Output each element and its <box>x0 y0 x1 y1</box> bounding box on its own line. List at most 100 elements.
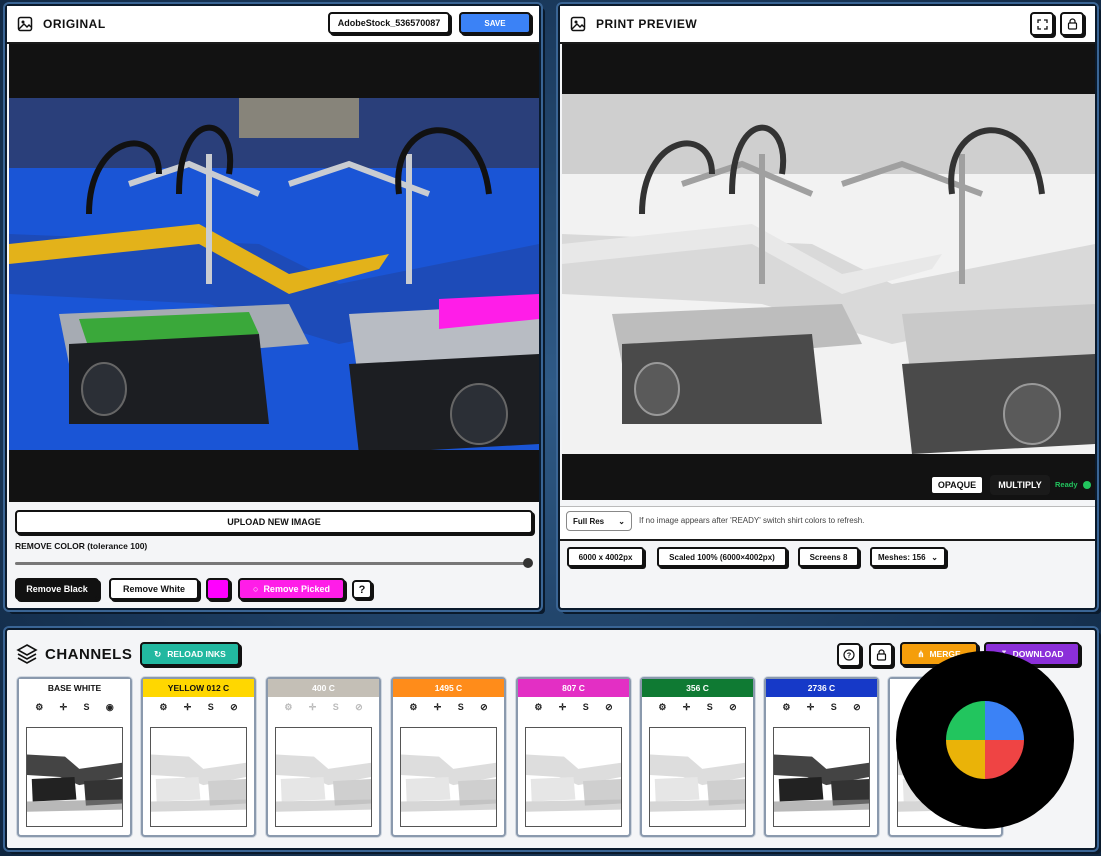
remove-picked-button[interactable]: ○ Remove Picked <box>238 578 345 600</box>
move-icon[interactable]: ✛ <box>60 702 68 713</box>
original-image <box>9 44 539 502</box>
lock-button[interactable] <box>1060 12 1084 36</box>
channel-thumbnail-art <box>774 728 869 826</box>
eye-icon[interactable]: ◉ <box>106 702 114 713</box>
original-image-art <box>9 44 539 502</box>
preview-header: PRINT PREVIEW <box>560 6 1095 44</box>
channel-controls: ⚙ ✛ S ⊘ <box>766 697 877 717</box>
remove-white-button[interactable]: Remove White <box>109 578 199 600</box>
image-icon <box>570 16 586 32</box>
original-title: ORIGINAL <box>43 17 106 31</box>
channel-thumbnail <box>400 727 497 827</box>
channel-thumbnail <box>150 727 247 827</box>
channel-controls: ⚙ ✛ S ⊘ <box>518 697 629 717</box>
eye-off-icon[interactable]: ⊘ <box>480 702 488 713</box>
channel-controls: ⚙ ✛ S ⊘ <box>143 697 254 717</box>
solo-icon[interactable]: S <box>208 702 214 712</box>
eye-off-icon[interactable]: ⊘ <box>853 702 861 713</box>
ready-status: Ready <box>1055 480 1091 489</box>
multiply-button[interactable]: MULTIPLY <box>990 475 1050 495</box>
solo-icon[interactable]: S <box>84 702 90 712</box>
layers-icon <box>16 644 38 664</box>
upload-new-image-button[interactable]: UPLOAD NEW IMAGE <box>15 510 533 534</box>
move-icon[interactable]: ✛ <box>434 702 442 713</box>
color-picker-icon: ○ <box>253 584 259 594</box>
resolution-select-value: Full Res <box>573 516 605 526</box>
channel-header: BASE WHITE <box>19 679 130 697</box>
expand-button[interactable] <box>1030 12 1054 36</box>
move-icon[interactable]: ✛ <box>807 702 815 713</box>
meshes-select[interactable]: Meshes: 156 ⌄ <box>870 547 946 567</box>
eye-off-icon[interactable]: ⊘ <box>230 702 238 713</box>
solo-icon[interactable]: S <box>458 702 464 712</box>
move-icon[interactable]: ✛ <box>309 702 317 713</box>
reload-inks-button[interactable]: ↻ RELOAD INKS <box>140 642 240 666</box>
preview-title: PRINT PREVIEW <box>596 17 698 31</box>
settings-icon[interactable]: ⚙ <box>534 702 542 713</box>
channel-thumbnail <box>525 727 622 827</box>
eye-off-icon[interactable]: ⊘ <box>605 702 613 713</box>
channel-card[interactable]: 356 C ⚙ ✛ S ⊘ <box>640 677 755 837</box>
eye-off-icon[interactable]: ⊘ <box>729 702 737 713</box>
channel-thumbnail-art <box>650 728 745 826</box>
settings-icon[interactable]: ⚙ <box>658 702 666 713</box>
channels-lock-button[interactable] <box>869 643 893 667</box>
move-icon[interactable]: ✛ <box>683 702 691 713</box>
channel-card[interactable]: 400 C ⚙ ✛ S ⊘ <box>266 677 381 837</box>
channel-card[interactable]: 2736 C ⚙ ✛ S ⊘ <box>764 677 879 837</box>
channel-thumbnail <box>649 727 746 827</box>
channels-help-button[interactable]: ? <box>837 643 861 667</box>
original-panel: ORIGINAL AdobeStock_536570087 SAVE UPLOA… <box>5 4 541 610</box>
move-icon[interactable]: ✛ <box>184 702 192 713</box>
scaled-chip: Scaled 100% (6000×4002px) <box>657 547 787 567</box>
settings-icon[interactable]: ⚙ <box>159 702 167 713</box>
channel-thumbnail-art <box>526 728 621 826</box>
resolution-select[interactable]: Full Res ⌄ <box>566 511 632 531</box>
opaque-button[interactable]: OPAQUE <box>930 475 984 495</box>
filename-field[interactable]: AdobeStock_536570087 <box>328 12 450 34</box>
channel-card[interactable]: BASE WHITE ⚙ ✛ S ◉ <box>17 677 132 837</box>
move-icon[interactable]: ✛ <box>559 702 567 713</box>
channel-header: 1495 C <box>393 679 504 697</box>
solo-icon[interactable]: S <box>333 702 339 712</box>
picked-color-swatch[interactable] <box>206 578 230 600</box>
solo-icon[interactable]: S <box>707 702 713 712</box>
channel-thumbnail <box>275 727 372 827</box>
tolerance-slider-handle[interactable] <box>523 558 533 568</box>
preview-image <box>562 44 1095 500</box>
solo-icon[interactable]: S <box>831 702 837 712</box>
help-button[interactable]: ? <box>352 580 372 599</box>
ready-status-label: Ready <box>1055 480 1078 489</box>
expand-icon <box>1036 18 1048 30</box>
channel-header: 356 C <box>642 679 753 697</box>
eye-off-icon[interactable]: ⊘ <box>355 702 363 713</box>
screens-chip: Screens 8 <box>798 547 859 567</box>
channels-title: CHANNELS <box>45 646 133 663</box>
channel-header: YELLOW 012 C <box>143 679 254 697</box>
remove-color-label: REMOVE COLOR (tolerance 100) <box>15 541 148 551</box>
lock-icon <box>876 649 886 661</box>
reload-inks-label: RELOAD INKS <box>167 649 226 659</box>
preview-image-art <box>562 44 1095 500</box>
channel-card[interactable]: 807 C ⚙ ✛ S ⊘ <box>516 677 631 837</box>
solo-icon[interactable]: S <box>583 702 589 712</box>
remove-black-button[interactable]: Remove Black <box>15 578 99 600</box>
image-icon <box>17 16 33 32</box>
channel-thumbnail <box>773 727 870 827</box>
channel-controls: ⚙ ✛ S ⊘ <box>268 697 379 717</box>
refresh-hint: If no image appears after 'READY' switch… <box>639 516 865 525</box>
lock-icon <box>1067 18 1077 30</box>
tolerance-slider[interactable] <box>15 562 531 565</box>
channel-thumbnail <box>26 727 123 827</box>
channel-card[interactable]: YELLOW 012 C ⚙ ✛ S ⊘ <box>141 677 256 837</box>
save-button[interactable]: SAVE <box>459 12 531 34</box>
channel-controls: ⚙ ✛ S ⊘ <box>642 697 753 717</box>
settings-icon[interactable]: ⚙ <box>782 702 790 713</box>
settings-icon[interactable]: ⚙ <box>284 702 292 713</box>
chevron-down-icon: ⌄ <box>931 552 938 562</box>
image-size-chip: 6000 x 4002px <box>567 547 644 567</box>
logo-wheel <box>946 701 1024 779</box>
settings-icon[interactable]: ⚙ <box>35 702 43 713</box>
channel-card[interactable]: 1495 C ⚙ ✛ S ⊘ <box>391 677 506 837</box>
settings-icon[interactable]: ⚙ <box>409 702 417 713</box>
